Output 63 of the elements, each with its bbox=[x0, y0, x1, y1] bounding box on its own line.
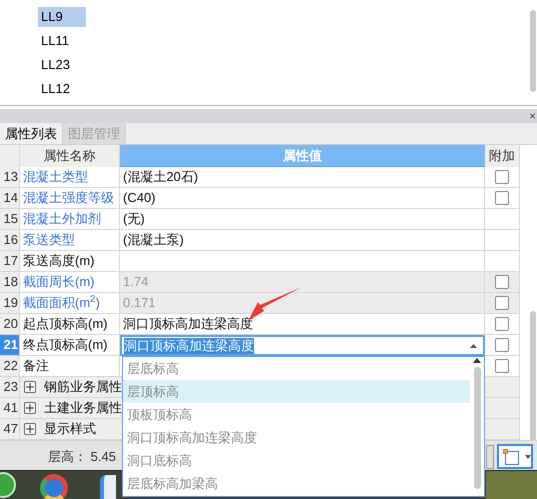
toolbar-button[interactable] bbox=[486, 445, 494, 469]
value-cell[interactable]: (混凝土20石) bbox=[120, 167, 485, 188]
row-number: 13 bbox=[0, 167, 20, 188]
list-item[interactable]: LL12 bbox=[38, 79, 86, 99]
row-number: 21 bbox=[0, 335, 20, 356]
view-dropdown[interactable] bbox=[497, 444, 533, 469]
property-name: 泵送高度(m) bbox=[20, 251, 120, 272]
close-button[interactable]: × bbox=[528, 110, 536, 122]
expand-icon[interactable] bbox=[24, 423, 36, 435]
group-name[interactable]: 钢筋业务属性 bbox=[44, 377, 122, 397]
property-name: 泵送类型 bbox=[20, 230, 120, 251]
checkbox[interactable] bbox=[495, 338, 509, 352]
value-cell[interactable]: 洞口顶标高加连梁高度 bbox=[120, 314, 485, 335]
floor-height-label: 层高： 5.45 bbox=[48, 448, 116, 466]
list-item[interactable]: LL11 bbox=[38, 31, 86, 51]
row-number: 47 bbox=[0, 419, 20, 440]
column-header[interactable]: 属性名称 bbox=[20, 145, 120, 168]
caret-icon bbox=[525, 454, 531, 458]
value-cell[interactable]: (混凝土泵) bbox=[120, 230, 485, 251]
browser-icon[interactable] bbox=[40, 474, 68, 499]
row-number: 22 bbox=[0, 356, 20, 377]
property-name: 混凝土强度等级 bbox=[20, 188, 120, 209]
row-number: 14 bbox=[0, 188, 20, 209]
table-cell bbox=[485, 398, 520, 419]
property-name: 截面面积(m$^{2}$) bbox=[20, 293, 120, 314]
property-name: 起点顶标高(m) bbox=[20, 314, 120, 335]
row-number: 41 bbox=[0, 398, 20, 419]
caret-icon bbox=[470, 344, 477, 348]
app-icon[interactable] bbox=[100, 475, 116, 499]
list-item[interactable]: LL9 bbox=[38, 7, 86, 27]
scroll-up-icon[interactable] bbox=[473, 358, 481, 363]
table-cell bbox=[485, 230, 520, 251]
expand-icon[interactable] bbox=[24, 402, 36, 414]
checkbox[interactable] bbox=[495, 170, 509, 184]
row-number: 20 bbox=[0, 314, 20, 335]
checkbox[interactable] bbox=[495, 275, 509, 289]
value-cell[interactable]: (无) bbox=[120, 209, 485, 230]
row-number: 17 bbox=[0, 251, 20, 272]
square-icon bbox=[503, 448, 519, 464]
group-name[interactable]: 显示样式 bbox=[44, 419, 96, 439]
row-number: 18 bbox=[0, 272, 20, 293]
list-item[interactable]: LL23 bbox=[38, 55, 86, 75]
photo-placeholder bbox=[486, 471, 537, 499]
property-name: 截面周长(m) bbox=[20, 272, 120, 293]
row-number: 15 bbox=[0, 209, 20, 230]
property-name: 混凝土外加剂 bbox=[20, 209, 120, 230]
row-number: 16 bbox=[0, 230, 20, 251]
value-cell[interactable]: (C40) bbox=[120, 188, 485, 209]
property-name: 混凝土类型 bbox=[20, 167, 120, 188]
checkbox[interactable] bbox=[495, 359, 509, 373]
value-cell[interactable] bbox=[120, 251, 485, 272]
group-name[interactable]: 土建业务属性 bbox=[44, 398, 122, 418]
row-number: 19 bbox=[0, 293, 20, 314]
column-header[interactable]: 附加 bbox=[485, 145, 520, 168]
checkbox[interactable] bbox=[495, 296, 509, 310]
property-name: 终点顶标高(m) bbox=[20, 335, 120, 356]
expand-icon[interactable] bbox=[24, 381, 36, 393]
row-number: 23 bbox=[0, 377, 20, 398]
checkbox[interactable] bbox=[495, 317, 509, 331]
scrollbar-thumb[interactable] bbox=[530, 10, 536, 92]
scrollbar-thumb[interactable] bbox=[474, 367, 481, 489]
checkbox[interactable] bbox=[495, 191, 509, 205]
property-name: 备注 bbox=[20, 356, 120, 377]
